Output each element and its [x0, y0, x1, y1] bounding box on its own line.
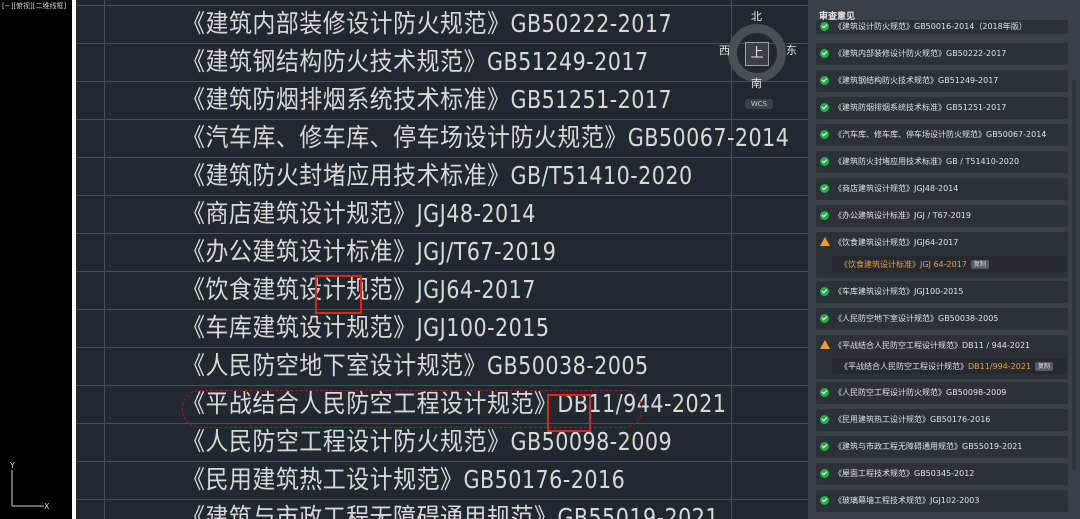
suggestion-text[interactable]: 《饮食建筑设计标准》JGJ 64-2017 复制 [840, 259, 989, 270]
review-item[interactable]: 《人民防空工程设计防火规范》GB50098-2009 [816, 382, 1068, 404]
warning-icon [820, 237, 830, 246]
suggestion-box: 《平战结合人民防空工程设计规范》DB11/994-2021 复制 [832, 358, 1066, 374]
review-item[interactable]: 《建筑内部装修设计防火规范》GB50222-2017 [816, 43, 1068, 65]
review-item-text: 《汽车库、修车库、停车场设计防火规范》GB50067-2014 [834, 130, 1047, 139]
review-item[interactable]: 《商店建筑设计规范》JGJ48-2014 [816, 178, 1068, 200]
review-item[interactable]: 《办公建筑设计标准》JGJ / T67-2019 [816, 205, 1068, 227]
review-item-text: 《建筑防火封堵应用技术标准》GB / T51410-2020 [834, 157, 1020, 166]
view-label[interactable]: [−][俯视][二维线框] [2, 1, 66, 11]
cube-face-top[interactable]: 上 [745, 42, 769, 66]
review-item-text: 《屋面工程技术规范》GB50345-2012 [834, 469, 975, 478]
review-item-text: 《建筑与市政工程无障碍通用规范》GB55019-2021 [834, 442, 1023, 451]
compass-east[interactable]: 东 [786, 42, 797, 58]
warning-icon [820, 340, 830, 349]
review-item[interactable]: 《人民防空地下室设计规范》GB50038-2005 [816, 308, 1068, 330]
suggestion-text[interactable]: 《平战结合人民防空工程设计规范》DB11/994-2021 复制 [840, 361, 1054, 372]
review-item-text: 《民用建筑热工设计规范》GB50176-2016 [834, 415, 991, 424]
drawing-text-line[interactable]: 《建筑与市政工程无障碍通用规范》GB55019-2021 [182, 499, 719, 519]
panel-scrollbar[interactable] [1072, 80, 1076, 470]
review-item-text: 《办公建筑设计标准》JGJ / T67-2019 [834, 211, 972, 220]
ucs-icon: Y X [9, 462, 50, 511]
grid-line [104, 0, 105, 519]
review-panel: 审查意见 《建筑设计防火规范》GB50016-2014（2018年版） 《建筑内… [808, 0, 1080, 519]
left-viewport[interactable]: [−][俯视][二维线框] Y X [0, 0, 72, 519]
copy-button[interactable]: 复制 [1035, 362, 1054, 371]
review-item[interactable]: 《车库建筑设计规范》JGJ100-2015 [816, 281, 1068, 303]
suggestion-box: 《饮食建筑设计标准》JGJ 64-2017 复制 [832, 256, 1066, 272]
review-item-text: 《建筑内部装修设计防火规范》GB50222-2017 [834, 49, 1007, 58]
compass-north[interactable]: 北 [751, 8, 762, 24]
review-item-text: 《商店建筑设计规范》JGJ48-2014 [834, 184, 959, 193]
highlight-box [315, 275, 362, 314]
review-item[interactable]: 《屋面工程技术规范》GB50345-2012 [816, 463, 1068, 485]
check-icon [820, 287, 829, 296]
highlight-box [547, 394, 591, 432]
compass-west[interactable]: 西 [719, 42, 730, 58]
review-item-warning[interactable]: 《平战结合人民防空工程设计规范》DB11 / 944-2021 《平战结合人民防… [816, 335, 1068, 379]
check-icon [820, 469, 829, 478]
review-item-text: 《建筑设计防火规范》GB50016-2014（2018年版） [834, 22, 1027, 31]
ucs-x-label: X [44, 502, 50, 511]
drawing-text-line[interactable]: 《商店建筑设计规范》JGJ48-2014 [182, 195, 536, 233]
drawing-text-line[interactable]: 《建筑防烟排烟系统技术标准》GB51251-2017 [182, 81, 672, 119]
review-item-text: 《车库建筑设计规范》JGJ100-2015 [834, 287, 964, 296]
check-icon [820, 157, 829, 166]
check-icon [820, 442, 829, 451]
review-item-text: 《人民防空工程设计防火规范》GB50098-2009 [834, 388, 1007, 397]
review-item-text: 《建筑钢结构防火技术规范》GB51249-2017 [834, 76, 999, 85]
review-item[interactable]: 《建筑钢结构防火技术规范》GB51249-2017 [816, 70, 1068, 92]
drawing-text-line[interactable]: 《建筑防火封堵应用技术标准》GB/T51410-2020 [182, 157, 693, 195]
check-icon [820, 49, 829, 58]
review-item-text: 《玻璃幕墙工程技术规范》JGJ102-2003 [834, 496, 980, 505]
review-item[interactable]: 《建筑与市政工程无障碍通用规范》GB55019-2021 [816, 436, 1068, 458]
check-icon [820, 76, 829, 85]
check-icon [820, 496, 829, 505]
review-item-text: 《饮食建筑设计规范》JGJ64-2017 [834, 238, 959, 247]
drawing-text-line[interactable]: 《建筑内部装修设计防火规范》GB50222-2017 [182, 5, 672, 43]
ucs-y-label: Y [9, 462, 15, 470]
review-item-text: 《平战结合人民防空工程设计规范》DB11 / 944-2021 [834, 341, 1031, 350]
review-item[interactable]: 《建筑设计防火规范》GB50016-2014（2018年版） [816, 20, 1068, 34]
check-icon [820, 415, 829, 424]
drawing-canvas[interactable]: 《建筑内部装修设计防火规范》GB50222-2017 《建筑钢结构防火技术规范》… [76, 0, 808, 519]
check-icon [820, 184, 829, 193]
review-item-warning[interactable]: 《饮食建筑设计规范》JGJ64-2017 《饮食建筑设计标准》JGJ 64-20… [816, 232, 1068, 278]
check-icon [820, 130, 829, 139]
review-item[interactable]: 《汽车库、修车库、停车场设计防火规范》GB50067-2014 [816, 124, 1068, 146]
check-icon [820, 314, 829, 323]
review-item-text: 《建筑防烟排烟系统技术标准》GB51251-2017 [834, 103, 1007, 112]
drawing-text-line[interactable]: 《人民防空工程设计防火规范》GB50098-2009 [182, 423, 672, 461]
drawing-text-line[interactable]: 《人民防空地下室设计规范》GB50038-2005 [182, 347, 649, 385]
check-icon [820, 388, 829, 397]
check-icon [820, 22, 829, 31]
check-icon [820, 103, 829, 112]
drawing-text-line[interactable]: 《办公建筑设计标准》JGJ/T67-2019 [182, 233, 556, 271]
copy-button[interactable]: 复制 [970, 260, 989, 269]
review-item-text: 《人民防空地下室设计规范》GB50038-2005 [834, 314, 999, 323]
check-icon [820, 211, 829, 220]
drawing-text-line[interactable]: 《建筑钢结构防火技术规范》GB51249-2017 [182, 43, 649, 81]
review-item[interactable]: 《玻璃幕墙工程技术规范》JGJ102-2003 [816, 490, 1068, 512]
review-item[interactable]: 《民用建筑热工设计规范》GB50176-2016 [816, 409, 1068, 431]
drawing-text-line[interactable]: 《民用建筑热工设计规范》GB50176-2016 [182, 461, 625, 499]
drawing-text-line[interactable]: 《车库建筑设计规范》JGJ100-2015 [182, 309, 550, 347]
viewcube[interactable]: 上 北 南 西 东 [719, 10, 797, 112]
drawing-text-line[interactable]: 《汽车库、修车库、停车场设计防火规范》GB50067-2014 [182, 119, 789, 157]
review-item[interactable]: 《建筑防火封堵应用技术标准》GB / T51410-2020 [816, 151, 1068, 173]
wcs-menu[interactable]: WCS [745, 99, 773, 109]
review-item[interactable]: 《建筑防烟排烟系统技术标准》GB51251-2017 [816, 97, 1068, 119]
compass-south[interactable]: 南 [751, 75, 762, 91]
